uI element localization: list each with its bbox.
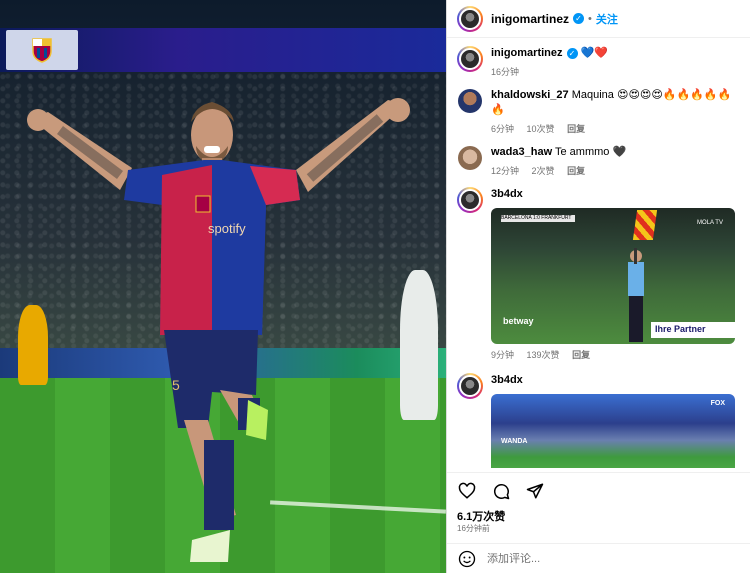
- heart-icon[interactable]: [457, 481, 477, 501]
- comment-time: 12分钟: [491, 166, 520, 176]
- shorts-number: 5: [172, 377, 180, 393]
- post-actions: [447, 472, 750, 508]
- post-timestamp: 16分钟前: [457, 524, 490, 533]
- emoji-icon[interactable]: [457, 549, 477, 569]
- author-avatar[interactable]: [457, 46, 483, 72]
- reply-button[interactable]: 回复: [567, 166, 585, 176]
- comment-username[interactable]: khaldowski_27: [491, 89, 569, 101]
- comment-username[interactable]: wada3_haw: [491, 146, 552, 158]
- comment-item: 3b4dx FOX WANDA: [447, 361, 750, 468]
- add-comment-bar: [447, 543, 750, 573]
- author-avatar[interactable]: [457, 5, 483, 32]
- reply-button[interactable]: 回复: [567, 124, 585, 134]
- follow-button[interactable]: 关注: [596, 11, 618, 27]
- comment-username[interactable]: 3b4dx: [491, 374, 523, 386]
- comment-media-image[interactable]: BARCELONA 1:0 FRANKFURT MOLA TV betway I…: [491, 208, 735, 344]
- separator: •: [588, 12, 592, 25]
- comment-likes[interactable]: 2次赞: [532, 166, 555, 176]
- comment-time: 6分钟: [491, 124, 515, 134]
- comment-media-image[interactable]: FOX WANDA: [491, 394, 735, 468]
- comment-likes[interactable]: 139次赞: [527, 350, 560, 360]
- comment-item: khaldowski_27 Maquina 😍😍😍😍🔥🔥🔥🔥🔥🔥 6分钟 10次…: [447, 78, 750, 135]
- post-header: inigomartinez ✓ • 关注: [447, 0, 750, 38]
- caption-text: 💙❤️: [580, 47, 608, 59]
- shirt-sponsor: spotify: [208, 221, 246, 236]
- commenter-avatar[interactable]: [457, 373, 483, 399]
- comment-text: Te ammmo 🖤: [555, 146, 627, 158]
- caption: inigomartinez ✓ 💙❤️ 16分钟: [447, 38, 750, 78]
- commenter-avatar[interactable]: [457, 145, 483, 171]
- comment-time: 9分钟: [491, 350, 515, 360]
- verified-badge-icon: ✓: [566, 47, 578, 59]
- ad-partner: Ihre Partner: [651, 322, 735, 338]
- commenter-avatar[interactable]: [457, 88, 483, 114]
- comment-likes[interactable]: 10次赞: [527, 124, 555, 134]
- post-photo[interactable]: spotify 5: [0, 0, 446, 573]
- comment-item: wada3_haw Te ammmo 🖤 12分钟 2次赞 回复: [447, 135, 750, 177]
- author-username[interactable]: inigomartinez: [491, 12, 569, 26]
- comment-username[interactable]: 3b4dx: [491, 188, 523, 200]
- ad-wanda: WANDA: [501, 438, 528, 445]
- comment-item: 3b4dx BARCELONA 1:0 FRANKFURT MOLA TV be…: [447, 177, 750, 361]
- comment-icon[interactable]: [491, 481, 511, 501]
- like-count[interactable]: 6.1万次赞: [457, 508, 505, 524]
- offside-flag: [632, 210, 658, 240]
- instagram-post-view: spotify 5 inigomartinez ✓ • 关注 inigomart…: [0, 0, 750, 573]
- linesman: [628, 248, 644, 342]
- tv-logo: FOX: [710, 400, 725, 407]
- comment-input[interactable]: [487, 552, 707, 565]
- post-side-panel: inigomartinez ✓ • 关注 inigomartinez ✓ 💙❤️ …: [446, 0, 750, 573]
- share-icon[interactable]: [525, 481, 545, 501]
- ad-betway: betway: [503, 316, 534, 326]
- verified-badge-icon: ✓: [573, 13, 585, 24]
- caption-username[interactable]: inigomartinez: [491, 47, 563, 59]
- comments-list[interactable]: inigomartinez ✓ 💙❤️ 16分钟 khaldowski_27 Ma…: [447, 38, 750, 468]
- caption-time: 16分钟: [491, 67, 520, 77]
- tv-logo: MOLA TV: [697, 220, 723, 226]
- reply-button[interactable]: 回复: [572, 350, 590, 360]
- tv-scorebar: BARCELONA 1:0 FRANKFURT: [501, 215, 575, 222]
- celebrating-player: spotify 5: [27, 98, 410, 562]
- commenter-avatar[interactable]: [457, 187, 483, 213]
